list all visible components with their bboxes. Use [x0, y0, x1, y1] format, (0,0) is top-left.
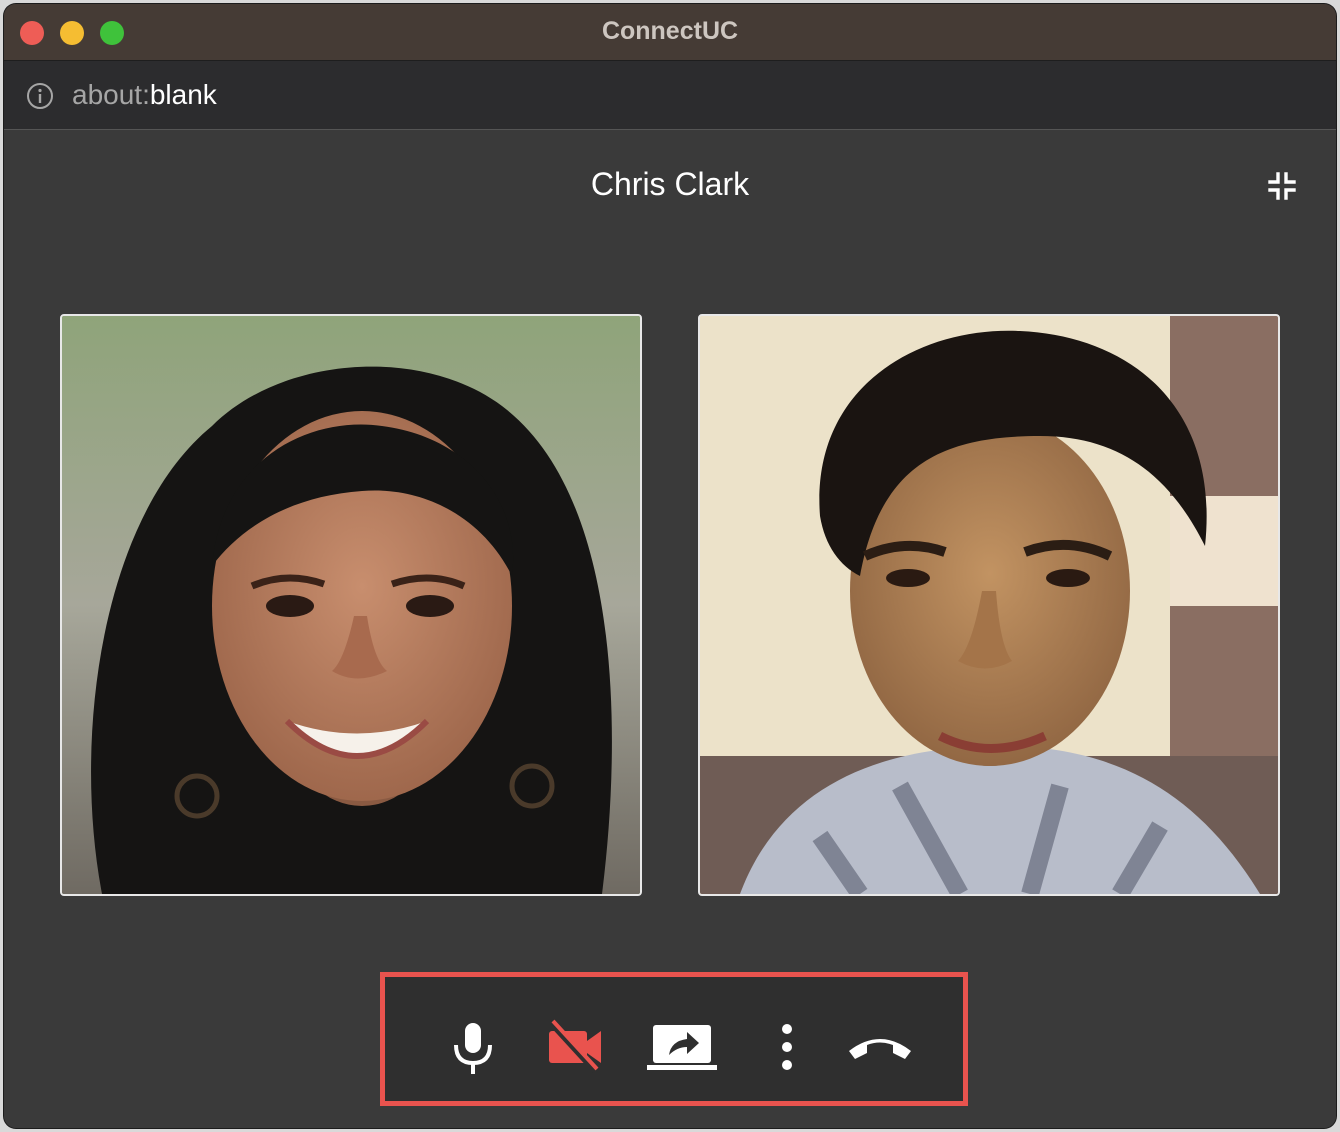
app-window: ConnectUC about:blank Chris Clark [4, 4, 1336, 1128]
call-view: Chris Clark [4, 130, 1336, 1128]
share-screen-button[interactable] [647, 1017, 717, 1077]
more-vertical-icon [782, 1024, 792, 1070]
end-call-button[interactable] [845, 1017, 911, 1077]
toggle-camera-button[interactable] [545, 1017, 605, 1077]
collapse-icon[interactable] [1266, 170, 1298, 202]
url-text[interactable]: about:blank [72, 79, 217, 111]
remote-participant-video [60, 314, 642, 896]
screen-share-icon [647, 1025, 717, 1070]
title-bar: ConnectUC [4, 4, 1336, 61]
info-icon[interactable] [26, 82, 54, 110]
call-controls-toolbar [380, 972, 968, 1106]
caller-name: Chris Clark [590, 166, 750, 202]
microphone-icon [454, 1023, 492, 1074]
participant-avatar-right [700, 316, 1278, 894]
local-participant-video [698, 314, 1280, 896]
url-scheme: about: [72, 79, 150, 110]
camera-off-icon [548, 1019, 601, 1074]
mute-microphone-button[interactable] [443, 1017, 503, 1077]
window-title: ConnectUC [601, 17, 739, 45]
participant-avatar-left [62, 316, 640, 894]
more-options-button[interactable] [757, 1017, 817, 1077]
url-bar: about:blank [4, 61, 1336, 130]
phone-hangup-icon [849, 1039, 911, 1059]
url-path: blank [149, 79, 217, 110]
